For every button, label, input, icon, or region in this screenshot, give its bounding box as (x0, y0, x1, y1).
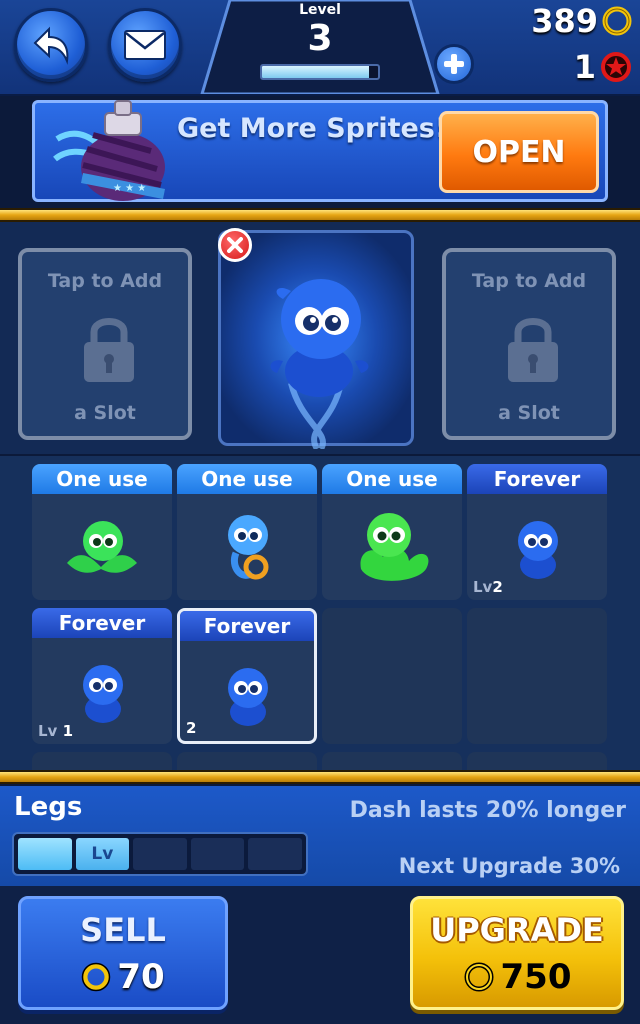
level-segment (18, 838, 72, 870)
sprite-inventory-grid: One use One use One use Forever Lv2 Fore… (0, 456, 640, 772)
top-bar: Level 3 389 1 (0, 0, 640, 96)
coin-icon (464, 962, 493, 992)
slot-add-label: Tap to Add (471, 270, 587, 292)
card-level: Lv2 (473, 578, 503, 596)
coin-count: 389 (531, 2, 598, 40)
card-usage-label: One use (322, 464, 462, 494)
back-button[interactable] (14, 8, 88, 82)
slot-add-label: Tap to Add (47, 270, 163, 292)
level-segment (248, 838, 302, 870)
lock-icon (508, 318, 558, 382)
star-gem-icon (601, 52, 631, 82)
card-usage-label: Forever (467, 464, 607, 494)
empty-inventory-slot (467, 608, 607, 744)
sprite-potion-icon: ★ ★ ★ (53, 100, 165, 201)
level-label: Level (299, 2, 341, 18)
remove-sprite-button[interactable] (218, 228, 252, 262)
xp-progress-bar (260, 64, 380, 80)
green-leaf-sprite (67, 521, 137, 573)
empty-inventory-slot (322, 608, 462, 744)
sell-label: SELL (80, 911, 166, 949)
level-segment (190, 838, 245, 870)
locked-slot-right[interactable]: Tap to Add a Slot (442, 248, 616, 440)
xp-progress-fill (262, 66, 369, 78)
next-upgrade-text: Next Upgrade 30% (398, 854, 620, 878)
lock-icon (84, 318, 134, 382)
card-usage-label: Forever (32, 608, 172, 638)
sell-button[interactable]: SELL 70 (18, 896, 228, 1010)
inventory-card[interactable]: Forever Lv 1 (32, 608, 172, 744)
equip-slots-area: Tap to Add a Slot Tap to Add a Slot (0, 222, 640, 454)
part-description: Dash lasts 20% longer (349, 798, 626, 823)
mail-icon (124, 30, 166, 60)
coin-icon (602, 6, 632, 36)
open-button[interactable]: OPEN (439, 111, 599, 193)
card-count: 2 (186, 719, 196, 737)
empty-inventory-slot (467, 752, 607, 772)
active-sprite-slot[interactable] (218, 230, 414, 451)
close-icon (227, 237, 243, 253)
blue-sprite (228, 668, 268, 726)
svg-text:★ ★ ★: ★ ★ ★ (113, 183, 146, 194)
card-level-number: 1 (62, 722, 74, 740)
coin-icon (82, 962, 111, 992)
blue-sprite (270, 279, 369, 451)
slot-slot-label: a Slot (74, 402, 136, 424)
blue-sprite (83, 665, 123, 723)
empty-inventory-slot (322, 752, 462, 772)
empty-inventory-slot (32, 752, 172, 772)
coin-counter: 389 (531, 2, 632, 40)
upgrade-button[interactable]: UPGRADE 750 (410, 896, 624, 1010)
slot-slot-label: a Slot (498, 402, 560, 424)
blue-sprite (518, 521, 558, 579)
card-usage-label: One use (32, 464, 172, 494)
gem-count: 1 (573, 48, 596, 86)
sell-price-value: 70 (117, 957, 165, 997)
card-level-prefix: Lv (38, 722, 58, 740)
level-segment (133, 838, 187, 870)
green-blob-sprite (360, 513, 429, 581)
card-level: Lv 1 (38, 722, 73, 740)
part-name: Legs (14, 792, 83, 822)
banner-title: Get More Sprites! (177, 113, 448, 144)
add-currency-button[interactable] (434, 44, 474, 84)
back-arrow-icon (33, 26, 69, 65)
card-level-number: 2 (492, 578, 503, 596)
card-usage-label: One use (177, 464, 317, 494)
inventory-card[interactable]: One use (32, 464, 172, 600)
card-level-prefix: Lv (473, 578, 493, 596)
gold-divider (0, 208, 640, 222)
locked-slot-left[interactable]: Tap to Add a Slot (18, 248, 192, 440)
upgrade-price-value: 750 (500, 957, 572, 997)
inventory-card[interactable]: Forever Lv2 (467, 464, 607, 600)
level-number: 3 (307, 18, 333, 59)
upgrade-price: 750 (413, 957, 621, 997)
card-usage-label: Forever (180, 611, 314, 641)
inventory-card[interactable]: One use (322, 464, 462, 600)
card-count-number: 2 (186, 719, 197, 737)
mail-button[interactable] (108, 8, 182, 82)
plus-icon (444, 54, 464, 74)
inventory-card[interactable]: One use (177, 464, 317, 600)
empty-inventory-slot (177, 752, 317, 772)
inventory-card-selected[interactable]: Forever 2 (177, 608, 317, 744)
get-more-sprites-banner[interactable]: ★ ★ ★ Get More Sprites! OPEN (32, 100, 608, 202)
details-panel: Legs Dash lasts 20% longer Lv Next Upgra… (0, 786, 640, 1024)
upgrade-label: UPGRADE (430, 911, 604, 949)
level-segment-label: Lv (75, 838, 130, 870)
level-segment-bar: Lv (12, 832, 308, 876)
gem-counter: 1 (574, 48, 632, 86)
sell-price: 70 (21, 957, 225, 997)
blue-ring-sprite (228, 515, 269, 580)
part-info-band: Legs Dash lasts 20% longer Lv Next Upgra… (0, 786, 640, 886)
level-panel: Level 3 (200, 0, 440, 94)
gold-divider (0, 770, 640, 784)
